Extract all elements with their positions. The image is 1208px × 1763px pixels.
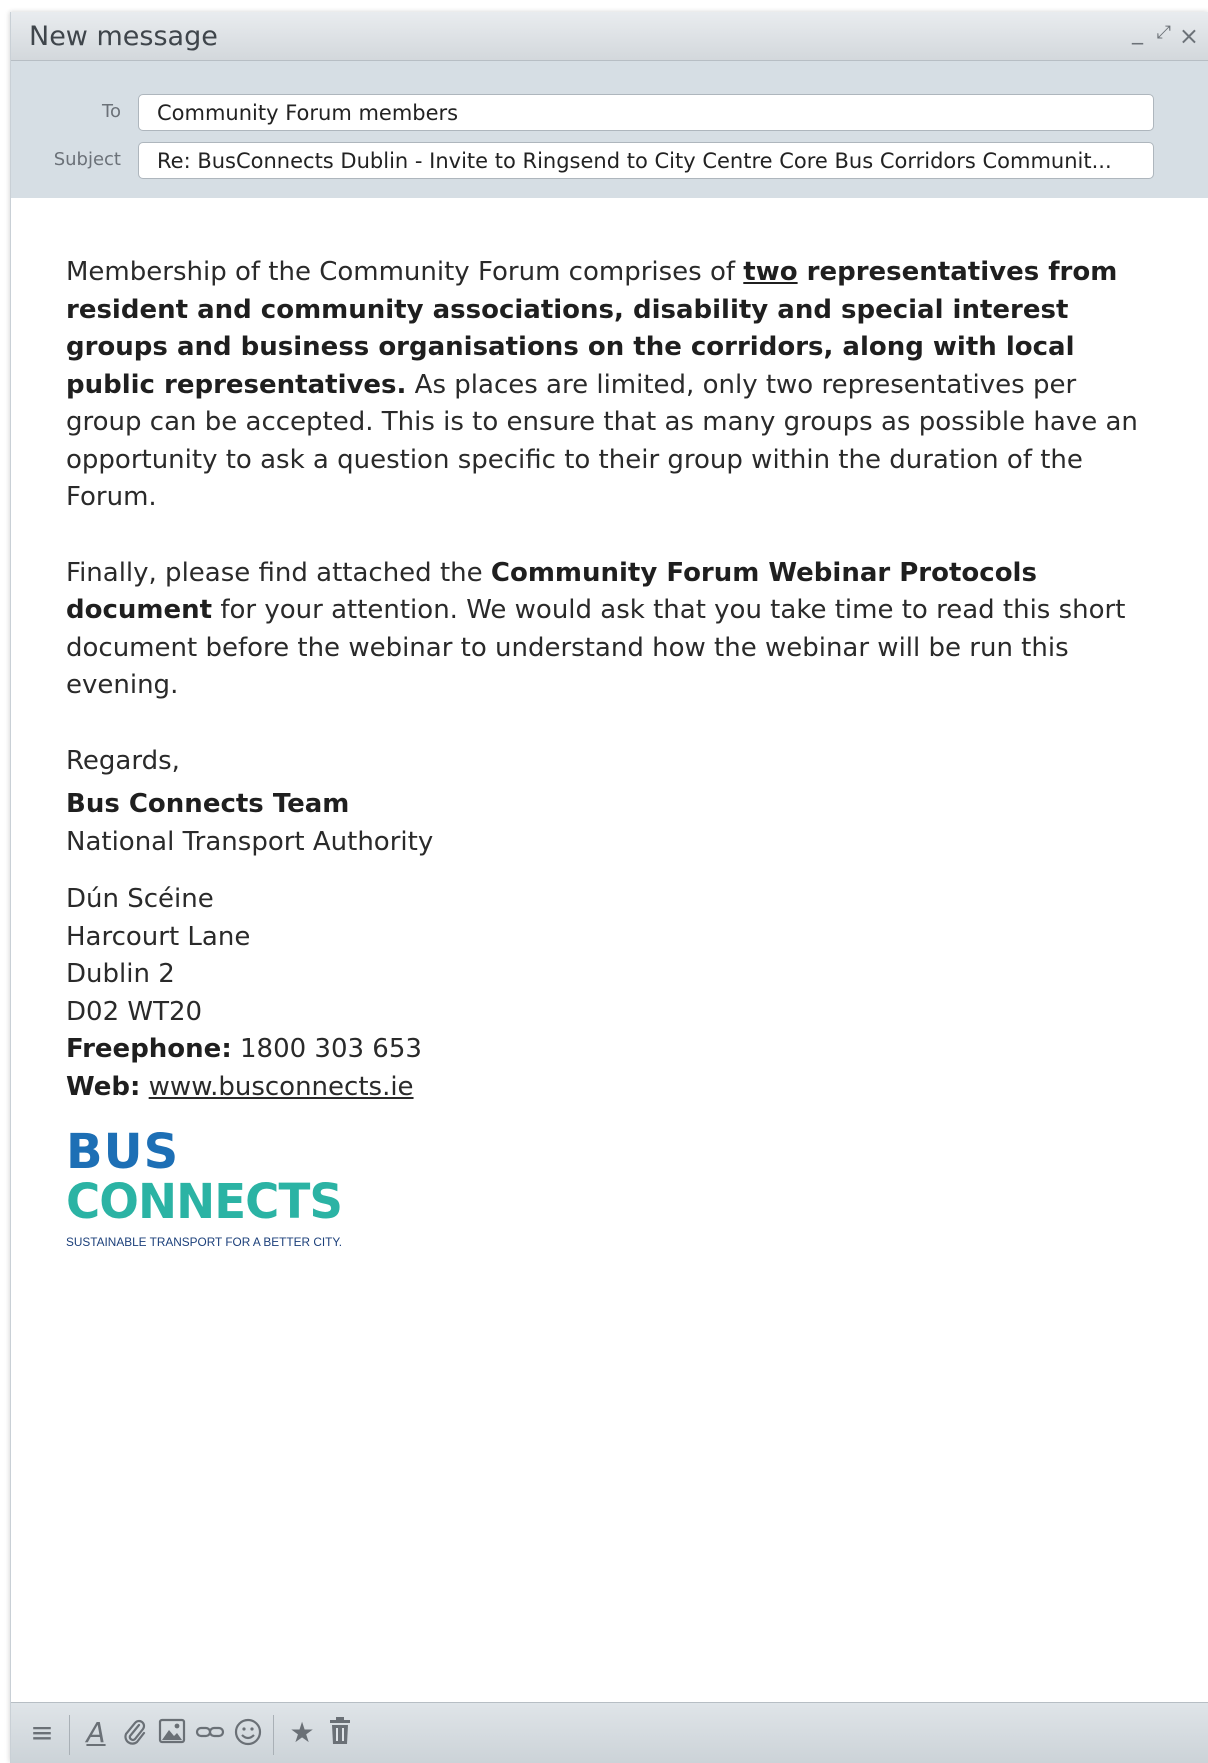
web-line: Web: www.busconnects.ie [66, 1069, 1146, 1107]
signature-org: National Transport Authority [66, 826, 434, 857]
message-content: Membership of the Community Forum compri… [66, 254, 1146, 1106]
address-line-3: Dublin 2 [66, 959, 175, 989]
maximize-icon[interactable]: ⤢ [1157, 22, 1171, 43]
to-label: To [102, 101, 121, 122]
p1-text: Membership of the Community Forum compri… [66, 257, 744, 287]
link-icon[interactable] [193, 1717, 227, 1749]
busconnects-logo: BUS CONNECTS SUSTAINABLE TRANSPORT FOR A… [66, 1124, 343, 1249]
address-line-2: Harcourt Lane [66, 921, 251, 952]
message-body[interactable]: Membership of the Community Forum compri… [11, 199, 1208, 1703]
logo-line-bus: BUS [66, 1124, 179, 1180]
p2-end: for your attention. We would ask that yo… [66, 595, 1126, 700]
p1-underline: two [743, 257, 798, 287]
p2-text: Finally, please find attached the [66, 557, 491, 588]
window-title: New message [29, 21, 218, 52]
paragraph-protocols: Finally, please find attached the Commun… [66, 555, 1146, 705]
title-bar: New message _ ⤢ × [11, 12, 1208, 61]
trash-icon[interactable] [323, 1717, 357, 1749]
message-header: To Community Forum members Subject Re: B… [11, 61, 1208, 198]
compose-toolbar: ≡ A ★ [11, 1702, 1208, 1763]
address-line-4: D02 WT20 [66, 996, 203, 1027]
subject-field[interactable]: Re: BusConnects Dublin - Invite to Rings… [138, 142, 1154, 179]
freephone-label: Freephone: [66, 1034, 232, 1064]
logo-line-connects: CONNECTS [66, 1174, 342, 1230]
paragraph-membership: Membership of the Community Forum compri… [66, 254, 1146, 517]
emoji-icon[interactable] [231, 1717, 265, 1749]
image-icon[interactable] [155, 1717, 189, 1749]
to-field[interactable]: Community Forum members [138, 94, 1154, 131]
regards: Regards, [66, 745, 180, 776]
web-label: Web: [66, 1071, 141, 1102]
attachment-icon[interactable] [117, 1717, 151, 1749]
star-icon[interactable]: ★ [285, 1717, 319, 1749]
subject-label: Subject [53, 149, 121, 170]
menu-icon[interactable]: ≡ [25, 1717, 59, 1749]
freephone-line: Freephone: 1800 303 653 [66, 1031, 1146, 1069]
freephone-value: 1800 303 653 [231, 1034, 422, 1064]
compose-window: New message _ ⤢ × To Community Forum mem… [10, 12, 1208, 1763]
logo-tagline: SUSTAINABLE TRANSPORT FOR A BETTER CITY. [66, 1237, 342, 1249]
address-line-1: Dún Scéine [66, 884, 214, 914]
web-link[interactable]: www.busconnects.ie [149, 1072, 414, 1102]
close-icon[interactable]: × [1179, 22, 1199, 50]
text-format-icon[interactable]: A [79, 1717, 113, 1749]
signature-team: Bus Connects Team [66, 789, 350, 819]
minimize-icon[interactable]: _ [1132, 20, 1143, 45]
